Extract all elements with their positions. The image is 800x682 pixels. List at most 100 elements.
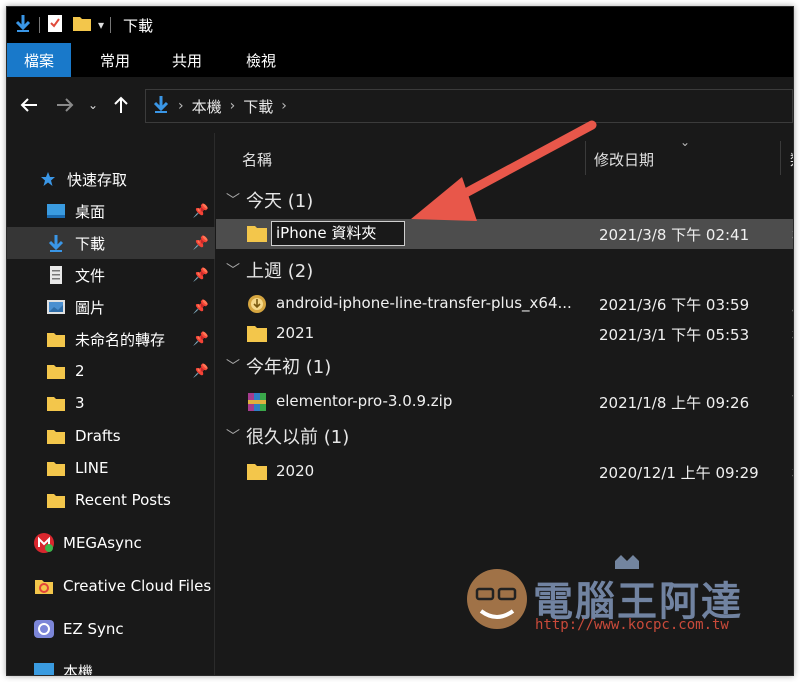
ezsync-icon [33,618,55,640]
pin-icon[interactable]: 📌 [193,332,209,347]
back-button[interactable] [11,87,47,123]
file-row-elementor-zip[interactable]: elementor-pro-3.0.9.zip 2021/1/8 上午 09:2… [216,387,793,417]
properties-icon[interactable] [46,13,64,37]
pin-icon[interactable]: 📌 [193,236,209,251]
tab-file[interactable]: 檔案 [7,43,71,77]
toolbar-separator [39,17,40,33]
column-header-date[interactable]: 修改日期 [594,149,654,170]
sidebar-item-this-pc[interactable]: 本機 [7,655,215,675]
download-arrow-icon [13,13,33,37]
customize-toolbar-icon[interactable]: ▾ [98,18,104,32]
explorer-window: ▾ 下載 檔案 常用 共用 檢視 ⌄ › 本機 › 下載 › 快速存取 桌面 📌… [6,6,794,676]
sidebar-item-quick-access[interactable]: 快速存取 [7,163,215,195]
download-icon [45,232,67,254]
pin-icon[interactable]: 📌 [193,204,209,219]
group-header-today[interactable]: ﹀ 今天 (1) [226,187,313,213]
folder-icon [45,392,67,414]
sidebar-item-line[interactable]: LINE [7,452,215,484]
navigation-bar: ⌄ › 本機 › 下載 › [7,77,793,133]
sidebar-item-label: EZ Sync [63,620,124,638]
pin-icon[interactable]: 📌 [193,268,209,283]
sidebar-item-folder-2[interactable]: 2 📌 [7,355,215,387]
breadcrumb-chevron-icon: › [178,98,184,114]
sidebar-item-label: Creative Cloud Files [63,577,212,595]
watermark-url: http://www.kocpc.com.tw [535,617,729,633]
sidebar-item-label: 快速存取 [67,170,128,189]
sidebar-item-label: Drafts [75,427,121,445]
sidebar-item-label: 文件 [75,266,106,285]
folder-icon [246,461,268,483]
tab-share[interactable]: 共用 [157,43,217,77]
sidebar-item-creative-cloud[interactable]: Creative Cloud Files [7,570,215,602]
group-header-last-week[interactable]: ﹀ 上週 (2) [226,257,313,283]
forward-arrow-icon [57,98,74,112]
sidebar-item-desktop[interactable]: 桌面 📌 [7,195,215,227]
file-name: 2021 [276,324,315,342]
recent-locations-button[interactable]: ⌄ [83,87,103,123]
breadcrumb-this-pc[interactable]: 本機 [192,96,222,117]
up-button[interactable] [103,87,139,123]
file-row-2020[interactable]: 2020 2020/12/1 上午 09:29 檔 [216,457,793,487]
file-row-iphone-folder[interactable]: iPhone 資料夾 2021/3/8 下午 02:41 檔 [216,219,793,249]
address-bar[interactable]: › 本機 › 下載 › [145,89,793,123]
file-name: 2020 [276,462,315,480]
sidebar-item-recent-posts[interactable]: Recent Posts [7,484,215,516]
rename-input[interactable]: iPhone 資料夾 [271,221,405,246]
sidebar-item-drafts[interactable]: Drafts [7,420,215,452]
computer-icon [33,660,55,675]
column-header-name[interactable]: 名稱 [242,149,272,170]
sidebar-item-label: 2 [75,362,85,380]
star-icon [37,168,59,190]
file-date: 2021/3/6 下午 03:59 [599,296,750,314]
tab-view[interactable]: 檢視 [229,43,293,77]
collapse-chevron-icon: ﹀ [226,429,240,445]
folder-icon [45,328,67,350]
sidebar-item-folder-3[interactable]: 3 [7,387,215,419]
pin-icon[interactable]: 📌 [193,364,209,379]
sidebar-item-label: 桌面 [75,202,106,221]
sidebar-item-label: 3 [75,394,85,412]
sidebar-item-megasync[interactable]: MEGAsync [7,527,215,559]
tab-home[interactable]: 常用 [85,43,145,77]
breadcrumb-chevron-icon: › [281,98,287,114]
folder-icon [45,457,67,479]
file-type: 應 [792,294,793,315]
sidebar-item-label: Recent Posts [75,491,171,509]
sidebar-item-downloads[interactable]: 下載 📌 [7,227,215,259]
group-label: 上週 (2) [246,261,314,282]
breadcrumb-chevron-icon: › [229,98,236,114]
sidebar-item-pictures[interactable]: 圖片 📌 [7,291,215,323]
watermark: 電腦王阿達 http://www.kocpc.com.tw [455,555,755,649]
sidebar-item-label: MEGAsync [63,534,142,552]
column-headers: 名稱 修改日期 ⌄ 類 [216,133,793,183]
toolbar-separator [110,17,112,33]
window-title: 下載 [123,16,154,35]
collapse-chevron-icon: ﹀ [226,193,240,209]
column-header-type[interactable]: 類 [790,149,793,170]
title-bar: ▾ 下載 [7,7,793,43]
pin-icon[interactable]: 📌 [193,300,209,315]
file-type: 檔 [792,324,793,345]
file-type: 檔 [792,462,793,483]
breadcrumb-downloads[interactable]: 下載 [243,96,273,117]
sidebar-item-documents[interactable]: 文件 📌 [7,259,215,291]
column-divider[interactable] [780,141,781,175]
quick-access-toolbar: ▾ 下載 [7,7,153,43]
chevron-down-icon: ⌄ [87,98,99,112]
sidebar-item-label: LINE [75,459,109,477]
group-header-long-ago[interactable]: ﹀ 很久以前 (1) [226,423,349,449]
file-date: 2020/12/1 上午 09:29 [599,464,759,482]
group-header-earlier-this-year[interactable]: ﹀ 今年初 (1) [226,353,331,379]
sidebar-item-label: 下載 [75,234,106,253]
file-type: 檔 [792,224,793,245]
file-date: 2021/1/8 上午 09:26 [599,394,750,412]
sidebar-item-unnamed-folder[interactable]: 未命名的轉存 📌 [7,323,215,355]
new-folder-icon[interactable] [72,14,92,36]
column-divider[interactable] [585,141,586,175]
file-row-2021[interactable]: 2021 2021/3/1 下午 05:53 檔 [216,319,793,349]
sort-chevron-icon: ⌄ [680,135,691,149]
mega-icon [33,532,55,554]
sidebar-item-ez-sync[interactable]: EZ Sync [7,613,215,645]
forward-button[interactable] [47,87,83,123]
file-row-installer[interactable]: android-iphone-line-transfer-plus_x64...… [216,289,793,319]
